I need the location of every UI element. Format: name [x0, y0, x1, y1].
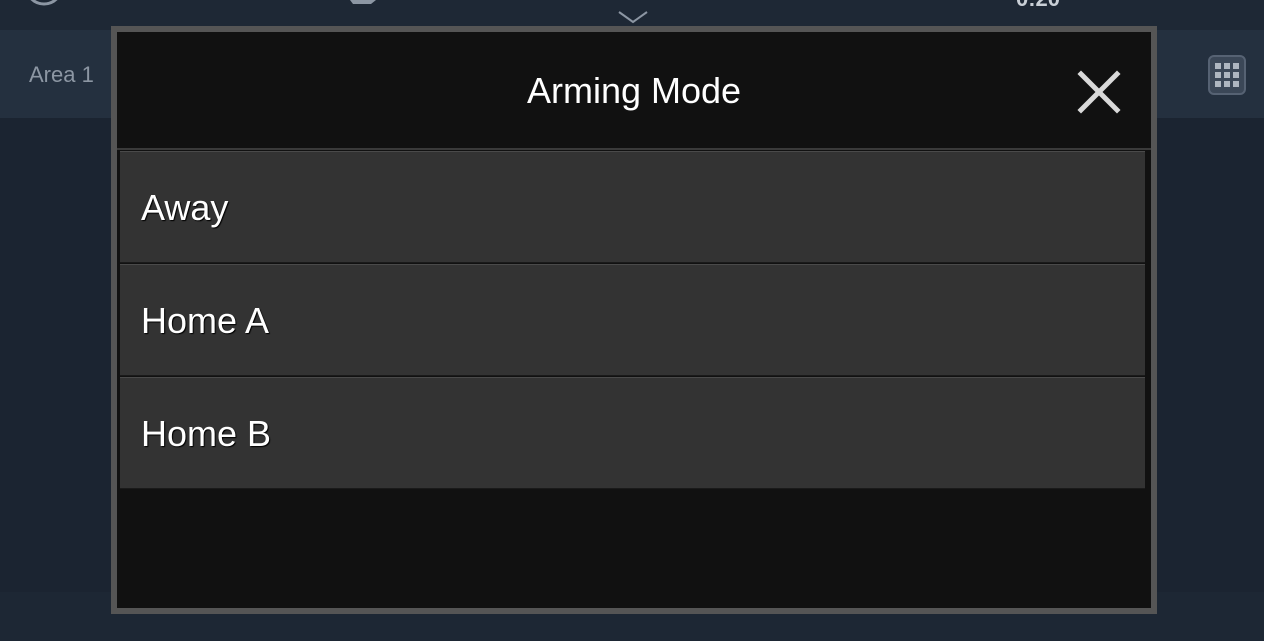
top-status-text: 0:20	[1016, 0, 1060, 12]
arming-mode-dialog: Arming Mode Away Home A Home B	[111, 26, 1157, 614]
option-label: Home B	[141, 413, 272, 454]
arming-mode-options: Away Home A Home B	[120, 151, 1145, 489]
area-label[interactable]: Area 1	[29, 62, 94, 88]
power-icon[interactable]	[20, 0, 68, 16]
dialog-header: Arming Mode	[117, 32, 1151, 150]
dialog-title: Arming Mode	[526, 70, 742, 111]
option-label: Home A	[141, 300, 270, 341]
option-label: Away	[141, 187, 229, 228]
back-arrow-icon[interactable]	[150, 0, 174, 10]
close-icon[interactable]	[1075, 68, 1123, 116]
option-away[interactable]: Away	[120, 151, 1145, 263]
option-home-a[interactable]: Home A	[120, 264, 1145, 376]
option-home-b[interactable]: Home B	[120, 377, 1145, 489]
chevron-down-icon[interactable]	[617, 10, 649, 24]
keypad-grid-icon[interactable]	[1208, 55, 1246, 95]
star-icon[interactable]	[347, 0, 383, 16]
